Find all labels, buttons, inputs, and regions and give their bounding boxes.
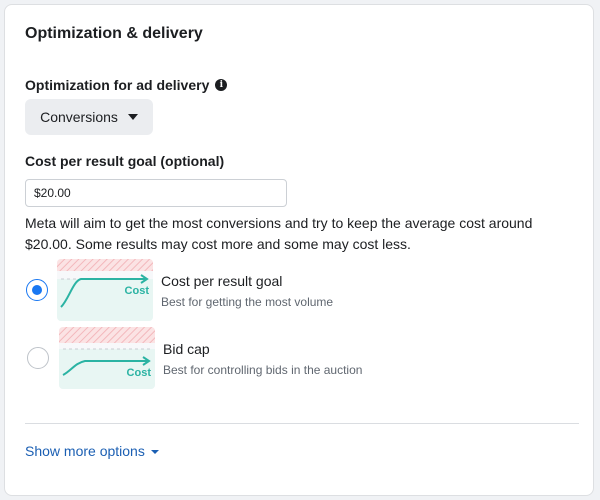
section-title: Optimization & delivery	[25, 25, 203, 42]
section-divider	[25, 423, 579, 424]
cost-goal-helper-text: Meta will aim to get the most conversion…	[25, 215, 533, 252]
radio-cost-per-result-goal[interactable]	[26, 279, 48, 301]
caret-down-icon	[127, 114, 138, 120]
strategy-title-bid-cap: Bid cap	[163, 341, 210, 357]
bid-cap-illustration: Cost	[59, 327, 155, 389]
strategy-title-cost-per-result: Cost per result goal	[161, 273, 283, 289]
show-more-options-label: Show more options	[25, 443, 145, 459]
optimization-label-row: Optimization for ad delivery i	[25, 77, 228, 93]
cost-goal-input[interactable]	[25, 179, 287, 207]
bid-cap-chart-graphic: Cost	[59, 327, 155, 389]
optimization-selected-value: Conversions	[40, 109, 118, 125]
optimization-dropdown[interactable]: Conversions	[25, 99, 153, 135]
optimization-label: Optimization for ad delivery	[25, 77, 210, 93]
cost-goal-label: Cost per result goal (optional)	[25, 153, 225, 169]
strategy-description-bid-cap: Best for controlling bids in the auction	[163, 363, 363, 377]
optimization-delivery-panel: Optimization & delivery Optimization for…	[4, 4, 594, 496]
illustration-cost-label: Cost	[125, 285, 150, 297]
show-more-options-link[interactable]: Show more options	[25, 443, 159, 459]
chevron-down-icon	[150, 450, 159, 454]
info-icon[interactable]: i	[215, 79, 228, 91]
strategy-description-cost-per-result: Best for getting the most volume	[161, 295, 334, 309]
cost-per-result-illustration: Cost	[57, 259, 153, 321]
radio-bid-cap[interactable]	[27, 347, 49, 369]
cost-per-result-chart-graphic: Cost	[57, 259, 153, 321]
illustration-cost-label: Cost	[127, 367, 152, 379]
